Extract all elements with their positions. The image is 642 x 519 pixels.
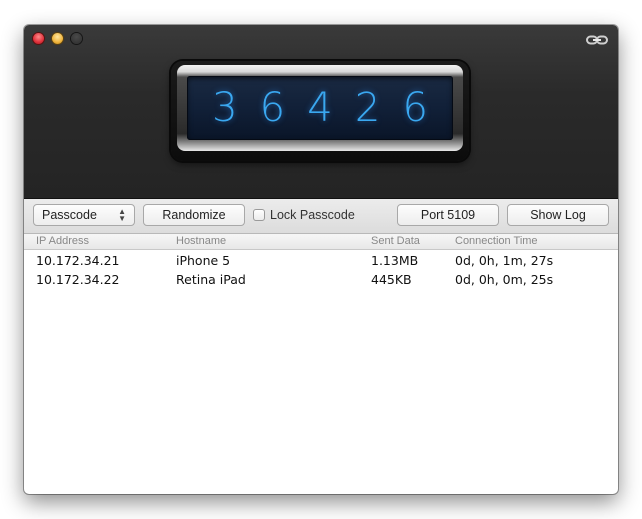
column-header-connection-time[interactable]: Connection Time <box>455 235 538 247</box>
app-window: 3 6 4 2 6 Passcode ▲ ▼ Randomize Lock Pas… <box>24 25 618 494</box>
lock-passcode-label: Lock Passcode <box>270 208 355 222</box>
passcode-display: 3 6 4 2 6 <box>171 61 469 161</box>
table-row[interactable]: 10.172.34.22 Retina iPad 445KB 0d, 0h, 0… <box>24 269 618 288</box>
passcode-digit: 6 <box>402 85 428 131</box>
column-header-sent-data[interactable]: Sent Data <box>371 235 420 247</box>
cell-connection-time: 0d, 0h, 1m, 27s <box>455 253 554 268</box>
display-bezel: 3 6 4 2 6 <box>177 65 463 151</box>
minimize-button[interactable] <box>52 33 63 44</box>
cell-sent-data: 445KB <box>371 272 412 287</box>
cell-hostname: Retina iPad <box>176 272 246 287</box>
cell-ip: 10.172.34.22 <box>36 272 120 287</box>
mode-select[interactable]: Passcode ▲ ▼ <box>33 204 135 226</box>
zoom-button[interactable] <box>71 33 82 44</box>
cell-sent-data: 1.13MB <box>371 253 419 268</box>
close-button[interactable] <box>33 33 44 44</box>
table-row[interactable]: 10.172.34.21 iPhone 5 1.13MB 0d, 0h, 1m,… <box>24 250 618 269</box>
column-header-hostname[interactable]: Hostname <box>176 235 226 247</box>
port-button[interactable]: Port 5109 <box>397 204 499 226</box>
link-chain-icon[interactable] <box>586 35 608 45</box>
column-header-ip[interactable]: IP Address <box>36 235 89 247</box>
passcode-digit: 4 <box>307 85 333 131</box>
passcode-digit: 6 <box>259 85 286 131</box>
display-screen: 3 6 4 2 6 <box>187 76 453 140</box>
lock-passcode-checkbox[interactable] <box>253 209 265 221</box>
randomize-button[interactable]: Randomize <box>143 204 245 226</box>
show-log-button[interactable]: Show Log <box>507 204 609 226</box>
connections-table: IP Address Hostname Sent Data Connection… <box>24 234 618 288</box>
cell-hostname: iPhone 5 <box>176 253 231 268</box>
cell-connection-time: 0d, 0h, 0m, 25s <box>455 272 554 287</box>
updown-arrows-icon: ▲ ▼ <box>118 207 126 223</box>
lock-passcode-toggle[interactable]: Lock Passcode <box>253 208 355 222</box>
toolbar: Passcode ▲ ▼ Randomize Lock Passcode Port… <box>24 199 618 234</box>
header-panel: 3 6 4 2 6 <box>24 25 618 199</box>
table-header: IP Address Hostname Sent Data Connection… <box>24 234 618 250</box>
mode-select-value: Passcode <box>42 208 97 222</box>
passcode-digit: 2 <box>354 85 381 131</box>
passcode-digit: 3 <box>212 85 238 131</box>
cell-ip: 10.172.34.21 <box>36 253 120 268</box>
